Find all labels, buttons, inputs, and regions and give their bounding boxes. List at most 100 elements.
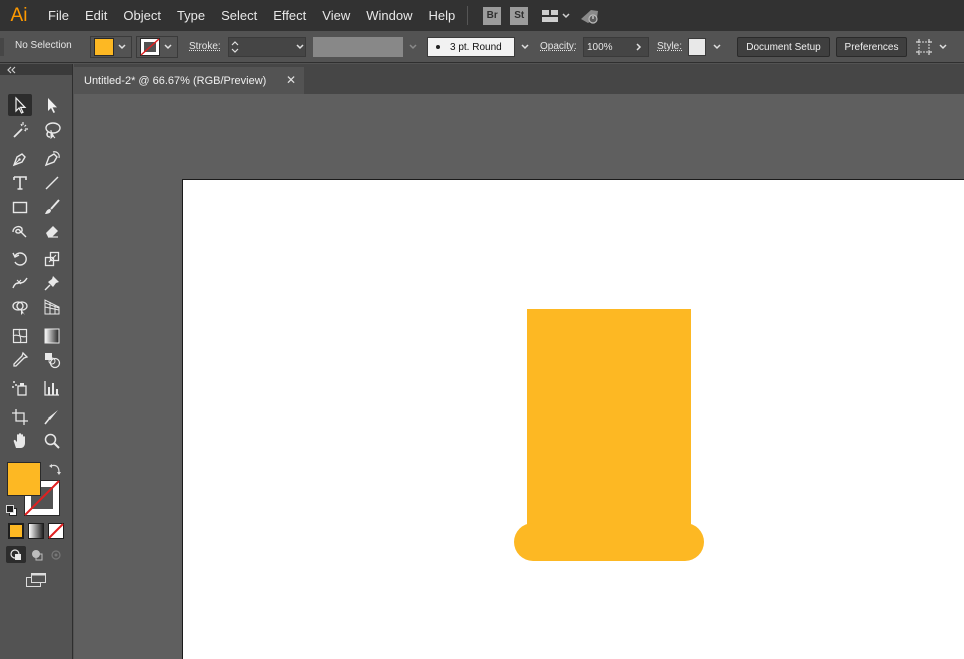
scale-tool[interactable] (40, 248, 64, 270)
draw-behind-button[interactable] (28, 546, 46, 563)
style-label[interactable]: Style: (657, 41, 682, 52)
stroke-weight-field[interactable] (228, 37, 306, 57)
yellow-rectangle-shape[interactable] (527, 309, 691, 534)
draw-inside-icon (51, 549, 61, 560)
chevron-down-icon (939, 44, 947, 50)
curvature-pen-icon (44, 151, 60, 167)
stroke-label[interactable]: Stroke: (189, 41, 221, 52)
mesh-tool[interactable] (8, 325, 32, 347)
selection-arrow-icon (15, 96, 27, 114)
stock-button[interactable]: St (510, 6, 529, 25)
curvature-tool[interactable] (40, 148, 64, 170)
menu-object[interactable]: Object (115, 0, 169, 31)
column-graph-icon (44, 381, 59, 396)
column-graph-tool[interactable] (40, 377, 64, 399)
puppet-warp-tool[interactable] (40, 272, 64, 294)
artboard-tool[interactable] (8, 406, 32, 428)
menu-edit[interactable]: Edit (77, 0, 115, 31)
fill-swatch-large[interactable] (7, 462, 41, 496)
blend-tool[interactable] (40, 349, 64, 371)
menu-file[interactable]: File (40, 0, 77, 31)
zoom-icon (44, 433, 60, 449)
type-tool[interactable] (8, 172, 32, 194)
stroke-color-dropdown[interactable] (136, 36, 178, 58)
line-segment-tool[interactable] (40, 172, 64, 194)
shape-builder-tool[interactable] (8, 296, 32, 318)
eraser-tool[interactable] (40, 220, 64, 242)
gradient-icon (44, 328, 60, 344)
symbol-sprayer-tool[interactable] (8, 377, 32, 399)
bridge-button[interactable]: Br (483, 6, 502, 25)
artwork-layer (514, 309, 704, 561)
preferences-button[interactable]: Preferences (836, 37, 907, 57)
transform-menu[interactable] (915, 37, 951, 57)
brush-definition-dropdown[interactable]: 3 pt. Round (427, 37, 533, 57)
shape-builder-icon (12, 301, 28, 315)
artboard-icon (12, 409, 28, 425)
swap-fill-stroke-icon[interactable] (48, 461, 62, 475)
collapse-panel-icon[interactable] (6, 66, 16, 74)
canvas-area[interactable] (74, 94, 964, 659)
direct-selection-arrow-icon (48, 98, 57, 113)
menu-window[interactable]: Window (358, 0, 420, 31)
menu-help[interactable]: Help (420, 0, 463, 31)
chevron-down-icon (118, 44, 126, 50)
zoom-tool[interactable] (40, 430, 64, 452)
stepper-icon[interactable] (229, 38, 241, 56)
draw-normal-button[interactable] (6, 546, 26, 563)
fill-swatch (94, 38, 114, 56)
chevron-down-icon (521, 44, 529, 50)
rectangle-tool[interactable] (8, 196, 32, 218)
menu-type[interactable]: Type (169, 0, 213, 31)
magic-wand-icon (13, 122, 28, 138)
tools-panel (0, 64, 73, 659)
opacity-label[interactable]: Opacity: (540, 41, 577, 52)
none-mode-button[interactable] (48, 523, 64, 539)
tools-panel-header[interactable] (0, 64, 72, 75)
gradient-tool[interactable] (40, 325, 64, 347)
chevron-down-icon (296, 44, 304, 50)
magic-wand-tool[interactable] (8, 119, 32, 141)
screen-mode-icon (26, 573, 46, 587)
rotate-tool[interactable] (8, 248, 32, 270)
close-icon[interactable]: ✕ (286, 73, 296, 87)
line-segment-icon (45, 176, 59, 190)
document-setup-button[interactable]: Document Setup (737, 37, 830, 57)
document-tab[interactable]: Untitled-2* @ 66.67% (RGB/Preview) ✕ (74, 67, 304, 94)
yellow-rounded-base-shape[interactable] (514, 523, 704, 561)
width-tool[interactable] (8, 272, 32, 294)
chevron-down-icon (713, 44, 721, 50)
shaper-icon (12, 225, 27, 238)
rectangle-icon (12, 201, 28, 214)
chevron-down-icon (409, 44, 417, 50)
direct-selection-tool[interactable] (40, 94, 64, 116)
selection-tool[interactable] (8, 94, 32, 116)
draw-inside-button[interactable] (48, 546, 64, 563)
pen-tool[interactable] (8, 148, 32, 170)
menu-effect[interactable]: Effect (265, 0, 314, 31)
gpu-performance-icon[interactable] (579, 0, 601, 31)
change-screen-mode-button[interactable] (24, 571, 48, 589)
color-mode-button[interactable] (8, 523, 24, 539)
paintbrush-tool[interactable] (40, 196, 64, 218)
opacity-field[interactable]: 100% (583, 37, 649, 57)
control-bar-grip[interactable] (0, 36, 6, 58)
hand-tool[interactable] (8, 430, 32, 452)
perspective-grid-tool[interactable] (40, 296, 64, 318)
default-fill-stroke-icon[interactable] (6, 502, 18, 516)
lasso-tool[interactable] (40, 119, 64, 141)
opacity-value: 100% (587, 41, 613, 53)
variable-width-profile[interactable] (313, 37, 421, 57)
slice-tool[interactable] (40, 406, 64, 428)
rotate-icon (12, 252, 27, 266)
arrange-documents-icon[interactable] (541, 0, 571, 31)
fill-color-dropdown[interactable] (90, 36, 132, 58)
eyedropper-tool[interactable] (8, 349, 32, 371)
gradient-mode-button[interactable] (28, 523, 44, 539)
menu-select[interactable]: Select (213, 0, 265, 31)
menu-view[interactable]: View (314, 0, 358, 31)
menu-separator (467, 6, 469, 25)
artboard[interactable] (182, 179, 964, 659)
shaper-tool[interactable] (8, 220, 32, 242)
graphic-style-dropdown[interactable] (688, 37, 726, 57)
